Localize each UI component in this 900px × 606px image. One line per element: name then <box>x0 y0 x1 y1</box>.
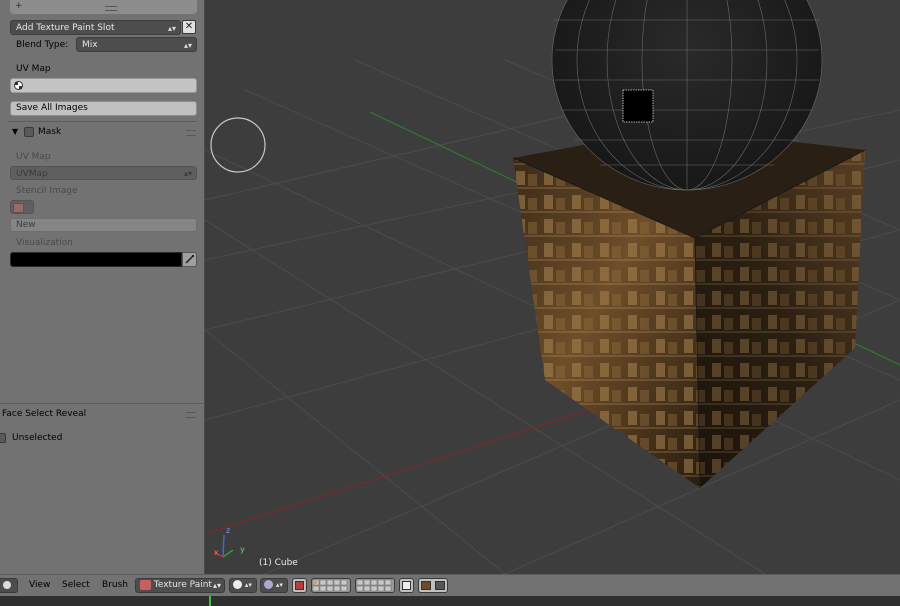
up-down-arrows-icon: ▴▾ <box>167 24 176 33</box>
save-all-images-button[interactable]: Save All Images <box>10 101 197 116</box>
timeline-strip[interactable] <box>0 596 900 606</box>
unselected-label: Unselected <box>12 433 63 443</box>
mode-label: Texture Paint <box>153 580 212 590</box>
drag-grip-icon[interactable] <box>186 412 196 418</box>
menu-select[interactable]: Select <box>62 580 90 590</box>
mask-panel-title: Mask <box>38 127 62 137</box>
up-down-arrows-icon: ▴▾ <box>244 581 252 589</box>
stencil-image-label: Stencil Image <box>16 186 78 196</box>
visualization-color-swatch[interactable] <box>10 252 182 267</box>
blend-type-dropdown[interactable]: Mix ▴▾ <box>76 37 197 52</box>
render-animation-icon <box>434 581 445 590</box>
blend-type-value: Mix <box>82 40 98 50</box>
viewport-canvas <box>205 0 900 574</box>
texture-paint-mode-icon <box>140 579 151 590</box>
drag-grip-icon[interactable] <box>105 6 117 11</box>
z-axis-label: z <box>226 526 231 535</box>
image-icon <box>13 202 24 213</box>
uv-map-field[interactable] <box>10 78 197 93</box>
up-down-arrows-icon: ▴▾ <box>183 169 192 178</box>
save-all-images-label: Save All Images <box>16 103 88 113</box>
add-texture-paint-slot-dropdown[interactable]: Add Texture Paint Slot ▴▾ <box>10 20 181 35</box>
drag-grip-icon[interactable] <box>186 130 196 136</box>
layer-grid-icon <box>312 579 348 592</box>
add-icon[interactable]: + <box>15 1 23 11</box>
eyedropper-icon[interactable] <box>182 252 197 267</box>
up-down-arrows-icon: ▴▾ <box>275 581 283 589</box>
new-image-button[interactable]: New <box>10 218 197 232</box>
visualization-label: Visualization <box>16 238 73 248</box>
x-axis-label: x <box>214 548 219 557</box>
viewport-header: View Select Brush Texture Paint ▴▾ ▴▾ ▴▾ <box>0 574 900 596</box>
3d-viewport[interactable]: z y x (1) Cube <box>205 0 900 574</box>
pivot-icon <box>264 580 273 589</box>
mode-dropdown[interactable]: Texture Paint ▴▾ <box>135 578 225 593</box>
add-texture-paint-slot-label: Add Texture Paint Slot <box>16 23 115 33</box>
uv-checker-icon <box>14 81 23 90</box>
unselected-checkbox[interactable] <box>0 433 6 443</box>
render-buttons[interactable] <box>418 578 448 593</box>
cube-mask-icon <box>295 581 304 590</box>
stencil-image-browse-button[interactable]: ▴▾ <box>10 200 34 226</box>
blend-type-label: Blend Type: <box>16 40 69 50</box>
layers-group-1[interactable] <box>311 578 351 593</box>
solid-shading-icon <box>233 580 242 589</box>
up-down-arrows-icon: ▴▾ <box>183 41 192 50</box>
panel-header-strip[interactable]: + <box>10 0 197 14</box>
viewport-editor-icon <box>3 580 11 589</box>
layers-group-2[interactable] <box>355 578 395 593</box>
mask-uv-map-label: UV Map <box>16 152 51 162</box>
pivot-point-dropdown[interactable]: ▴▾ <box>260 578 288 593</box>
mask-checkbox[interactable] <box>24 127 34 137</box>
y-axis-label: y <box>240 545 245 554</box>
face-select-reveal-title: Face Select Reveal <box>2 409 87 419</box>
editor-type-button[interactable] <box>0 578 18 593</box>
face-mask-toggle[interactable] <box>292 578 307 593</box>
layer-grid-icon <box>356 579 392 592</box>
menu-view[interactable]: View <box>29 580 50 590</box>
tool-shelf-panel: + Add Texture Paint Slot ▴▾ ✕ Blend Type… <box>0 0 205 574</box>
lock-camera-button[interactable] <box>399 578 414 593</box>
mask-uv-map-dropdown[interactable]: UVMap ▴▾ <box>10 166 197 180</box>
divider <box>8 121 197 122</box>
new-image-label: New <box>16 220 36 230</box>
selected-face[interactable] <box>622 89 654 123</box>
close-icon[interactable]: ✕ <box>182 20 196 34</box>
up-down-arrows-icon: ▴▾ <box>212 581 221 590</box>
render-image-icon <box>421 581 431 590</box>
brush-cursor-circle <box>210 117 266 173</box>
divider <box>0 403 205 404</box>
copy-icon <box>402 581 411 590</box>
collapse-triangle-icon[interactable]: ▼ <box>12 127 18 136</box>
menu-brush[interactable]: Brush <box>102 580 128 590</box>
active-object-label: (1) Cube <box>259 558 298 568</box>
uv-map-label: UV Map <box>16 64 51 74</box>
viewport-shading-dropdown[interactable]: ▴▾ <box>229 578 257 593</box>
current-frame-indicator[interactable] <box>209 596 211 606</box>
mask-uv-map-value: UVMap <box>16 169 48 179</box>
